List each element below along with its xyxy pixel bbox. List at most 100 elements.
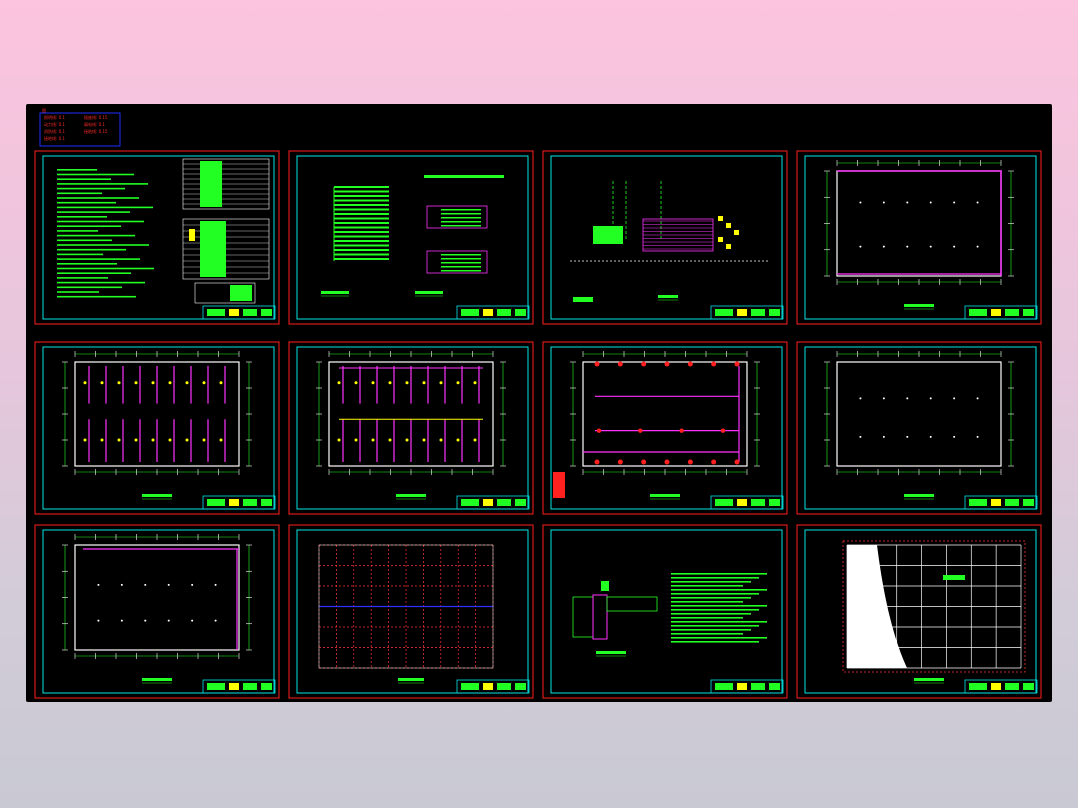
circuit-row [334, 253, 389, 256]
fixture-dot [859, 201, 862, 204]
fixture-dot [882, 245, 885, 248]
cad-canvas[interactable]: 图 照明线: 0.1 插座线: 0.15 动力线: 0.1 弱电线: 0.1 消… [26, 104, 1052, 702]
switch-symbol [185, 381, 189, 385]
notes-text-line [57, 258, 140, 260]
switch-symbol [473, 381, 477, 385]
fixture-dot [906, 435, 909, 438]
switch-symbol [219, 438, 223, 442]
legend-cell: 接地线: 0.1 [44, 135, 65, 141]
title-block-text [243, 309, 257, 316]
socket-symbol [617, 459, 623, 465]
switch-symbol [202, 381, 206, 385]
notes-text-line [57, 169, 97, 171]
title-block-text [461, 499, 479, 506]
title-block-text [243, 499, 257, 506]
switch-symbol [405, 438, 409, 442]
socket-symbol [594, 459, 600, 465]
socket-symbol [720, 428, 726, 433]
detail-note-line [671, 629, 751, 631]
symbol-table-text [230, 285, 252, 301]
title-block-text [1005, 309, 1019, 316]
circuit-row [334, 222, 389, 224]
detail-note-line [671, 597, 751, 599]
box-circuit [441, 270, 481, 272]
circuit-row [334, 258, 389, 260]
breaker-symbol [718, 216, 723, 221]
box-circuit [441, 254, 481, 256]
circuit-row [334, 195, 389, 197]
fixture-dot [882, 201, 885, 204]
detail-note-line [671, 593, 759, 595]
notes-text-line [57, 277, 108, 279]
title-block-text [1023, 499, 1034, 506]
fixture-dot [953, 435, 956, 438]
detail-note-line [671, 609, 759, 611]
notes-text-line [57, 216, 107, 218]
title-block-text [243, 683, 257, 690]
title-block-text [515, 499, 526, 506]
switch-symbol [83, 438, 87, 442]
fixture-dot [167, 619, 170, 622]
sheet-border [542, 341, 788, 515]
detail-note-line [671, 577, 759, 579]
socket-symbol [664, 361, 670, 367]
notes-text-line [57, 173, 134, 176]
circuit-row [334, 204, 389, 206]
switch-symbol [337, 438, 341, 442]
circuit-row [334, 186, 389, 188]
fixture-dot [191, 583, 194, 586]
inner-frame [804, 529, 1037, 694]
title-block-text [751, 499, 765, 506]
legend-cell: 动力线: 0.1 [44, 121, 65, 127]
title-block-text [769, 499, 780, 506]
title-block-text [715, 683, 733, 690]
breaker-symbol [734, 230, 739, 235]
notes-text-line [57, 187, 125, 190]
fixture-dot [976, 245, 979, 248]
title-block-mark [483, 499, 493, 506]
box-circuit [441, 262, 481, 264]
breaker-symbol [726, 244, 731, 249]
fixture-dot [976, 201, 979, 204]
switch-symbol [100, 438, 104, 442]
sheets-layer [34, 150, 1042, 699]
sheet-plan-grid [288, 524, 534, 699]
sheet-detail-grounding [542, 524, 788, 699]
detail-note-line [671, 637, 767, 639]
detail-note-line [671, 601, 743, 603]
fixture-dot [953, 397, 956, 400]
switch-symbol [371, 381, 375, 385]
switch-symbol [456, 381, 460, 385]
switch-symbol [405, 381, 409, 385]
circuit-row [334, 226, 389, 229]
fixture-dot [97, 619, 100, 622]
title-block-text [207, 309, 225, 316]
title-block-mark [737, 683, 747, 690]
title-block-mark [991, 499, 1001, 506]
title-block-text [261, 683, 272, 690]
breaker-symbol [718, 237, 723, 242]
notes-text-line [57, 234, 135, 237]
switch-symbol [168, 381, 172, 385]
switch-symbol [151, 438, 155, 442]
legend-cell: 弱电线: 0.1 [84, 121, 105, 127]
breaker-symbol [726, 223, 731, 228]
fixture-dot [97, 583, 100, 586]
drawing-caption [398, 678, 424, 681]
sheet-border [34, 524, 280, 699]
drawing-caption [650, 494, 680, 497]
socket-symbol [734, 361, 740, 367]
title-block-text [1005, 499, 1019, 506]
fixture-dot [929, 435, 932, 438]
drawing-layout: 图 照明线: 0.1 插座线: 0.15 动力线: 0.1 弱电线: 0.1 消… [34, 107, 1042, 699]
switch-symbol [354, 381, 358, 385]
sheet-plan-power [542, 341, 788, 515]
socket-symbol [687, 361, 693, 367]
fixture-dot [859, 397, 862, 400]
title-block-text [969, 499, 987, 506]
circuit-row [334, 249, 389, 251]
sheet-border [796, 150, 1042, 325]
footing-section [592, 594, 608, 640]
fixture-dot [214, 583, 217, 586]
socket-symbol [596, 428, 602, 433]
